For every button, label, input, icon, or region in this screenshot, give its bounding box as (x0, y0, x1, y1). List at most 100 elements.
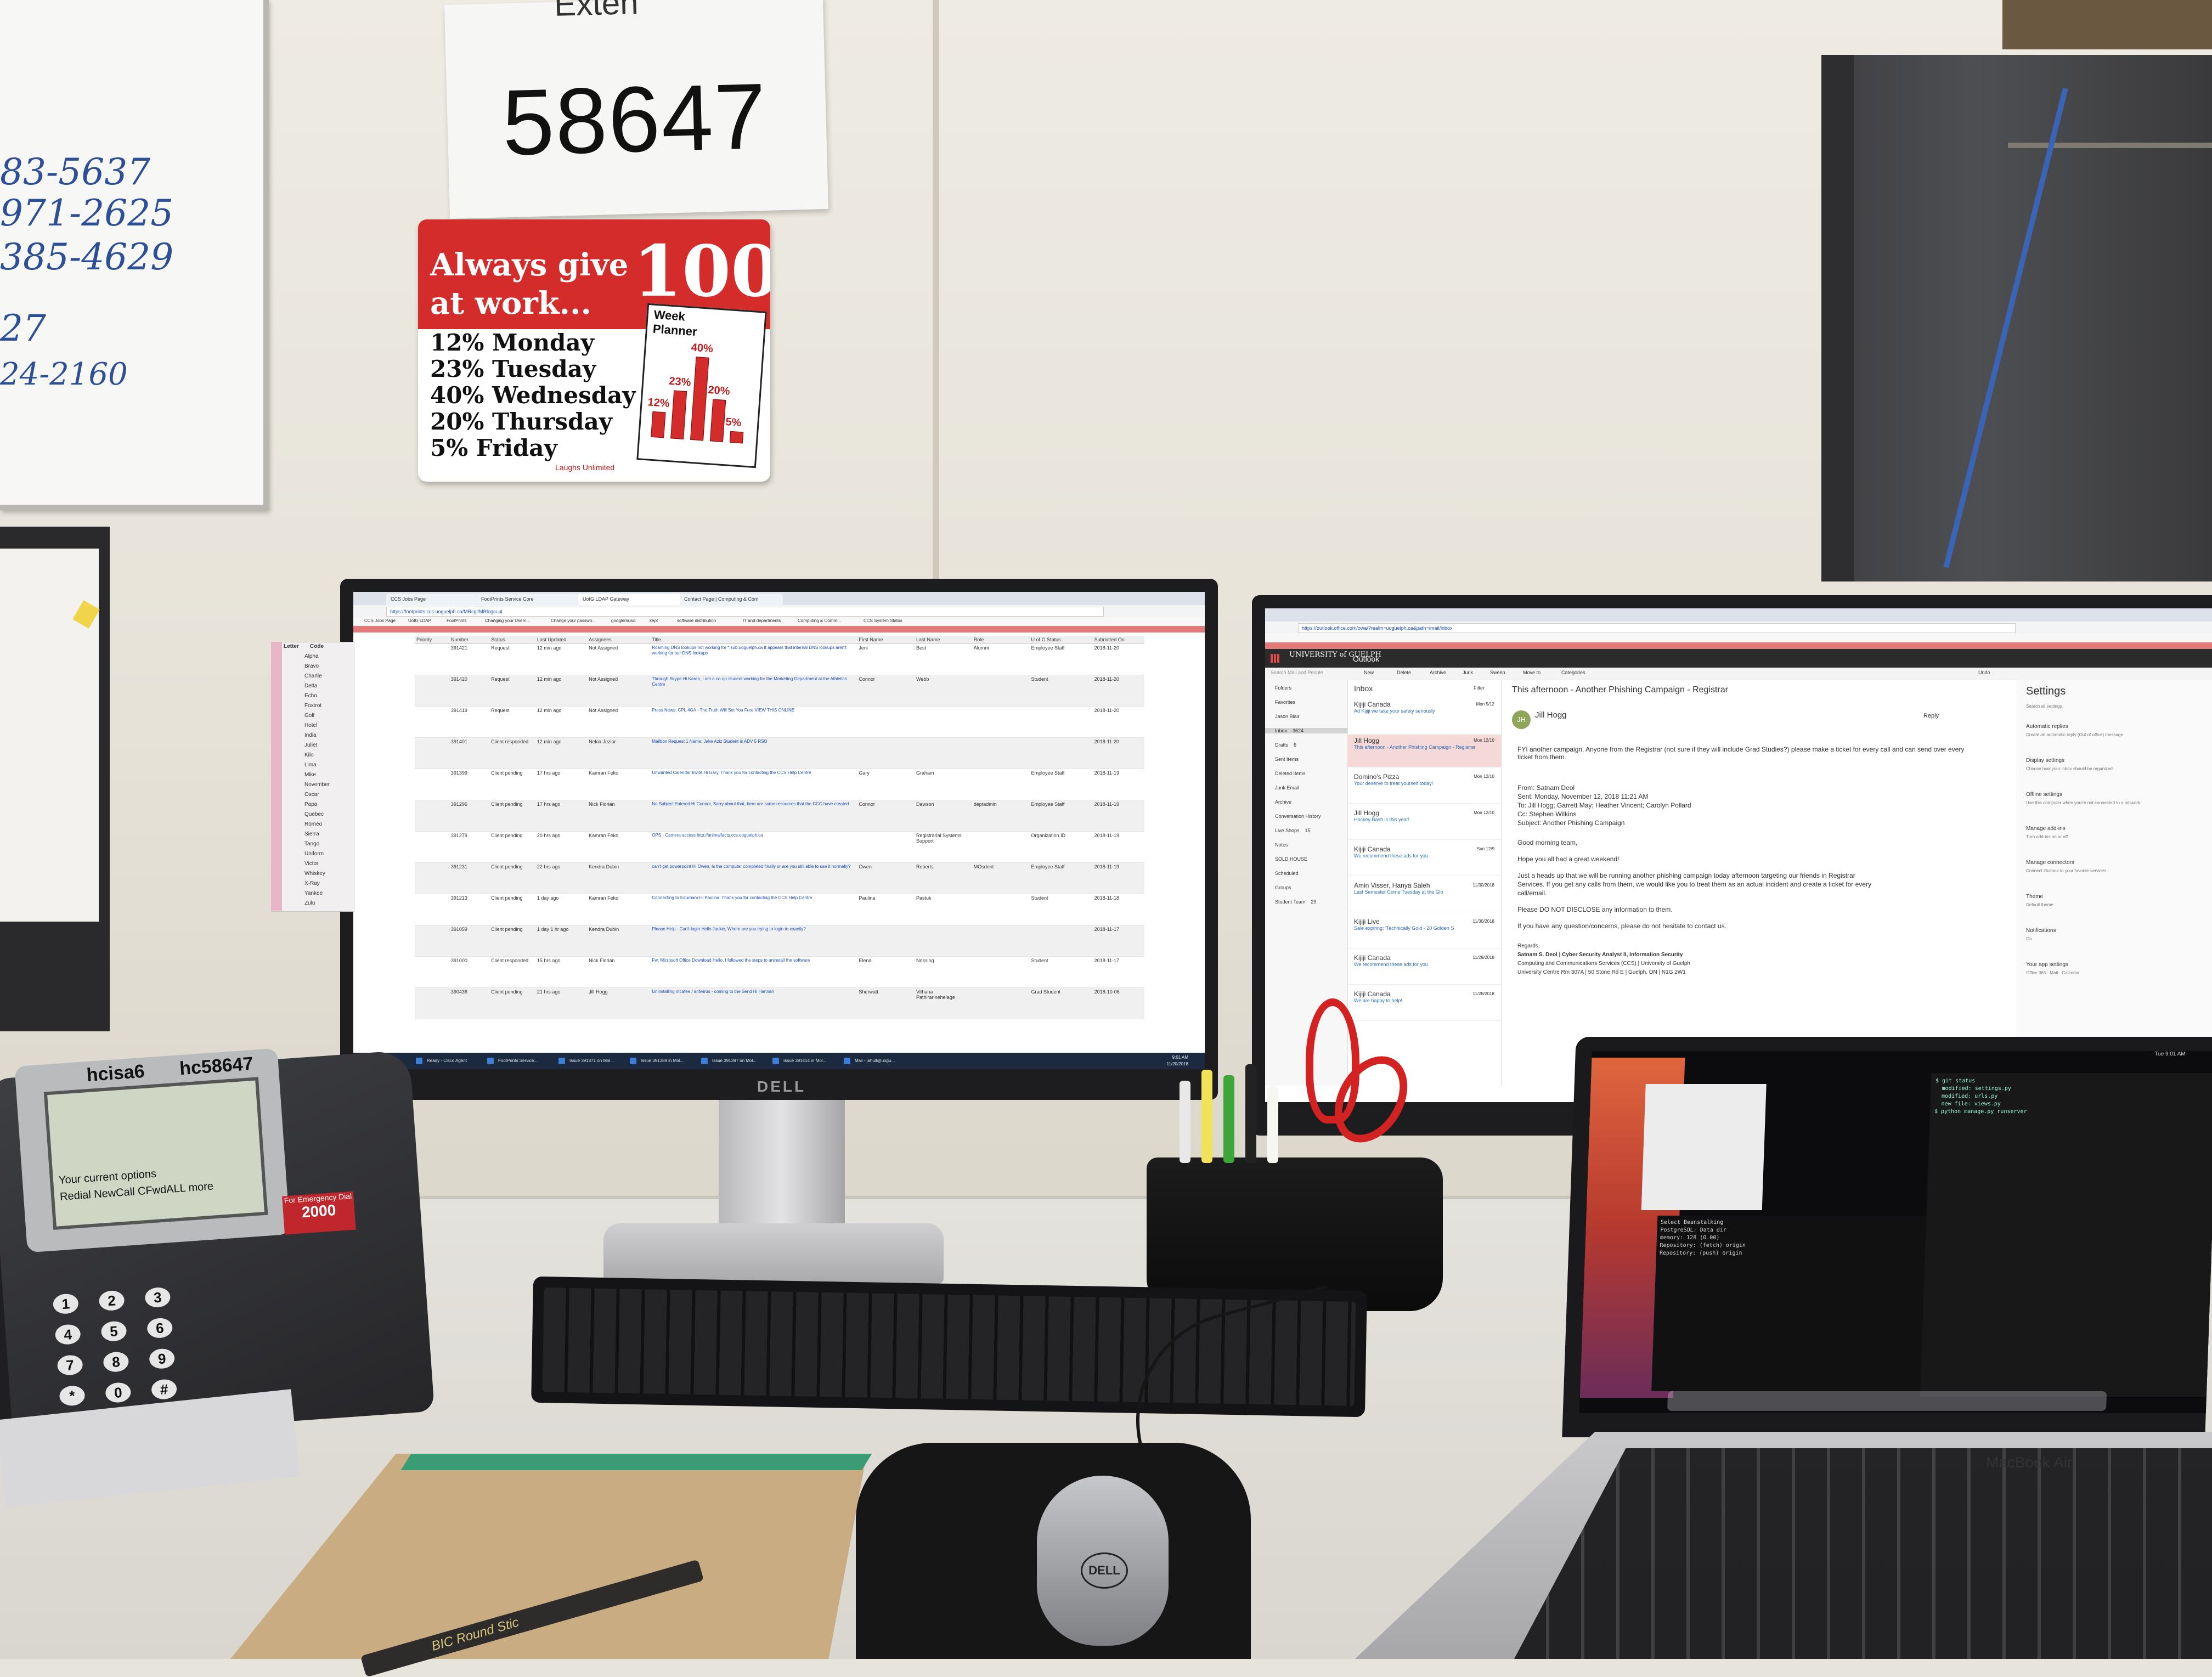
ticket-number[interactable]: 391421 (449, 643, 490, 675)
ticket-title[interactable]: Please Help - Can't login Hello Jackie, … (650, 925, 857, 957)
phone-key[interactable]: 3 (144, 1286, 171, 1308)
taskbar-item[interactable]: Ready - Cisco Agent (414, 1055, 467, 1067)
settings-search[interactable]: Search all settings (2026, 704, 2062, 709)
folder-item[interactable]: Deleted Items (1275, 771, 1311, 776)
settings-item[interactable]: Manage connectors (2026, 860, 2074, 866)
folder-item[interactable]: Live Shops 15 (1275, 828, 1311, 833)
column-header[interactable]: First Name (857, 636, 915, 644)
taskbar-clock[interactable]: 9:01 AM 11/20/2018 (1167, 1054, 1188, 1068)
browser-tab[interactable]: Contact Page | Computing & Com (680, 594, 783, 605)
sweep-button[interactable]: Sweep (1490, 670, 1505, 675)
table-row[interactable]: 391059 Client pending 1 day 1 hr ago Kendra… (415, 925, 1144, 957)
ticket-title[interactable]: Fw: Microsoft Office Download Hello, I f… (650, 956, 857, 988)
phone-key[interactable]: * (59, 1385, 86, 1407)
folder-item[interactable]: Student Team 29 (1275, 899, 1316, 905)
folder-item[interactable]: Jason Blair (1275, 714, 1305, 719)
list-item[interactable]: Jill Hogg Hockey Bash is this year! Mon 12… (1347, 807, 1501, 840)
folder-item[interactable]: Groups (1275, 885, 1297, 890)
column-header[interactable]: U of G Status (1029, 636, 1093, 644)
list-item[interactable]: Kijiji Canada We recommend these ads for … (1347, 952, 1501, 985)
ticket-number[interactable]: 391279 (449, 831, 490, 863)
bookmark-item[interactable]: IT and departments (743, 618, 781, 623)
bookmark-item[interactable]: kept (650, 618, 658, 623)
bookmark-item[interactable]: software distribution (677, 618, 716, 623)
taskbar-item[interactable]: Issue 391414 in Mol... (770, 1055, 826, 1067)
folder-item[interactable]: Folders (1275, 685, 1297, 691)
column-header[interactable]: Status (489, 636, 535, 644)
ticket-number[interactable]: 391401 (449, 737, 490, 769)
editor-window[interactable]: $ git status modified: settings.py modif… (1920, 1073, 2212, 1397)
bookmark-item[interactable]: UofG LDAP (408, 618, 431, 623)
search-input[interactable]: Search Mail and People (1271, 670, 1323, 675)
list-item[interactable]: Kijiji Canada We recommend these ads for … (1347, 843, 1501, 876)
list-item[interactable]: Amin Visser, Hanya Saleh Last Semester Co… (1347, 879, 1501, 912)
junk-button[interactable]: Junk (1463, 670, 1473, 675)
categories-button[interactable]: Categories (1561, 670, 1585, 675)
ticket-number[interactable]: 391296 (449, 800, 490, 832)
table-row[interactable]: 391419 Request 12 min ago Not Assigned Press… (415, 706, 1144, 738)
browser-tab[interactable]: CCS Jobs Page (386, 594, 478, 605)
folder-item[interactable]: Scheduled (1275, 871, 1304, 876)
ticket-title[interactable]: Unwanted Calendar Invite Hi Gary, Thank … (650, 769, 857, 800)
phone-key[interactable]: 1 (52, 1293, 80, 1315)
folder-item[interactable]: Conversation History (1275, 814, 1327, 819)
folder-item[interactable]: Junk Email (1275, 785, 1305, 790)
address-bar[interactable]: https://outlook.office.com/owa/?realm=uo… (1298, 623, 2016, 633)
settings-item[interactable]: Automatic replies (2026, 724, 2068, 730)
ticket-number[interactable]: 391213 (449, 894, 490, 925)
browser-tab[interactable]: FootPrints Service Core (477, 594, 580, 605)
undo-button[interactable]: Undo (1978, 670, 1990, 675)
table-row[interactable]: 391000 Client responded 15 hrs ago Nick Flo… (415, 956, 1144, 988)
folder-item[interactable]: Notes (1275, 842, 1294, 848)
ticket-title[interactable]: Press News: CPL 4GA - The Truth Will Set… (650, 706, 857, 738)
table-row[interactable]: 391420 Request 12 min ago Not Assigned Throu… (415, 675, 1144, 707)
taskbar-item[interactable]: Issue 391371 on Mol... (556, 1055, 614, 1067)
ticket-title[interactable]: Mailbox Request 1 Name: Jake Aziz Studen… (650, 737, 857, 769)
taskbar-item[interactable]: Issue 391397 on Mol... (699, 1055, 757, 1067)
folder-item[interactable]: Favorites (1275, 699, 1301, 705)
column-header[interactable]: Title (650, 636, 857, 644)
table-row[interactable]: 391279 Client pending 20 hrs ago Kamran Fek… (415, 831, 1144, 863)
taskbar-item[interactable]: Issue 391389 in Mol... (628, 1055, 684, 1067)
list-item[interactable]: Kijiji Canada We are happy to help! 11/28/… (1347, 988, 1501, 1021)
menu-bar-clock[interactable]: Tue 9:01 AM (2154, 1051, 2186, 1057)
ticket-number[interactable]: 391000 (449, 956, 490, 988)
settings-item[interactable]: Display settings (2026, 758, 2064, 764)
phone-key[interactable]: 8 (103, 1351, 129, 1373)
ticket-title[interactable]: Roaming DNS lookups not working for *.su… (650, 643, 857, 675)
ticket-number[interactable]: 391059 (449, 925, 490, 957)
column-header[interactable]: Role (972, 636, 1030, 644)
bookmark-item[interactable]: FootPrints (447, 618, 466, 623)
phone-key[interactable]: 5 (100, 1320, 127, 1342)
macos-dock[interactable] (1667, 1391, 2107, 1411)
column-header[interactable]: Number (449, 636, 490, 644)
bookmark-item[interactable]: CCS System Status (864, 618, 902, 623)
ticket-number[interactable]: 390436 (449, 987, 490, 1019)
terminal-window[interactable]: Select Beanstalking PostgreSQL: Data dir… (1651, 1216, 1954, 1391)
browser-tab-active[interactable]: UofG LDAP Gateway (578, 594, 681, 605)
list-item[interactable]: Kijiji Live Sale expiring: 'Technically G… (1347, 916, 1501, 948)
table-row[interactable]: 391231 Client pending 22 hrs ago Kendra Dub… (415, 862, 1144, 894)
settings-item[interactable]: Manage add-ins (2026, 826, 2066, 832)
new-button[interactable]: New (1364, 670, 1374, 675)
delete-button[interactable]: Delete (1397, 670, 1411, 675)
column-header[interactable]: Priority (415, 636, 449, 644)
folder-item[interactable]: Inbox 3624 (1265, 728, 1347, 733)
bookmark-item[interactable]: CCS Jobs Page (364, 618, 396, 623)
column-header[interactable]: Submitted On (1092, 636, 1144, 644)
list-item[interactable]: Kijiji Canada Ad Kijiji we take your safe… (1347, 698, 1501, 731)
bookmark-item[interactable]: Computing & Comm... (798, 618, 841, 623)
app-launcher-icon[interactable] (1271, 654, 1279, 663)
table-row[interactable]: 391213 Client pending 1 day ago Kamran Feko… (415, 894, 1144, 925)
table-row[interactable]: 391421 Request 12 min ago Not Assigned Roami… (415, 643, 1144, 675)
table-row[interactable]: 391296 Client pending 17 hrs ago Nick Flori… (415, 800, 1144, 832)
table-row[interactable]: 391399 Client pending 17 hrs ago Kamran Fek… (415, 769, 1144, 800)
finder-window[interactable] (1641, 1084, 1767, 1210)
ticket-title[interactable]: can't get powerpoint Hi Owen, Is the com… (650, 862, 857, 894)
ticket-number[interactable]: 391420 (449, 675, 490, 707)
reply-button[interactable]: Reply (1923, 713, 1939, 719)
email-sender[interactable]: Jill Hogg (1535, 710, 1567, 720)
archive-button[interactable]: Archive (1430, 670, 1446, 675)
ticket-title[interactable]: Through Skype Hi Karen, I am a co-op stu… (650, 675, 857, 707)
table-row[interactable]: 390436 Client pending 21 hrs ago Jill Hogg U… (415, 987, 1144, 1019)
